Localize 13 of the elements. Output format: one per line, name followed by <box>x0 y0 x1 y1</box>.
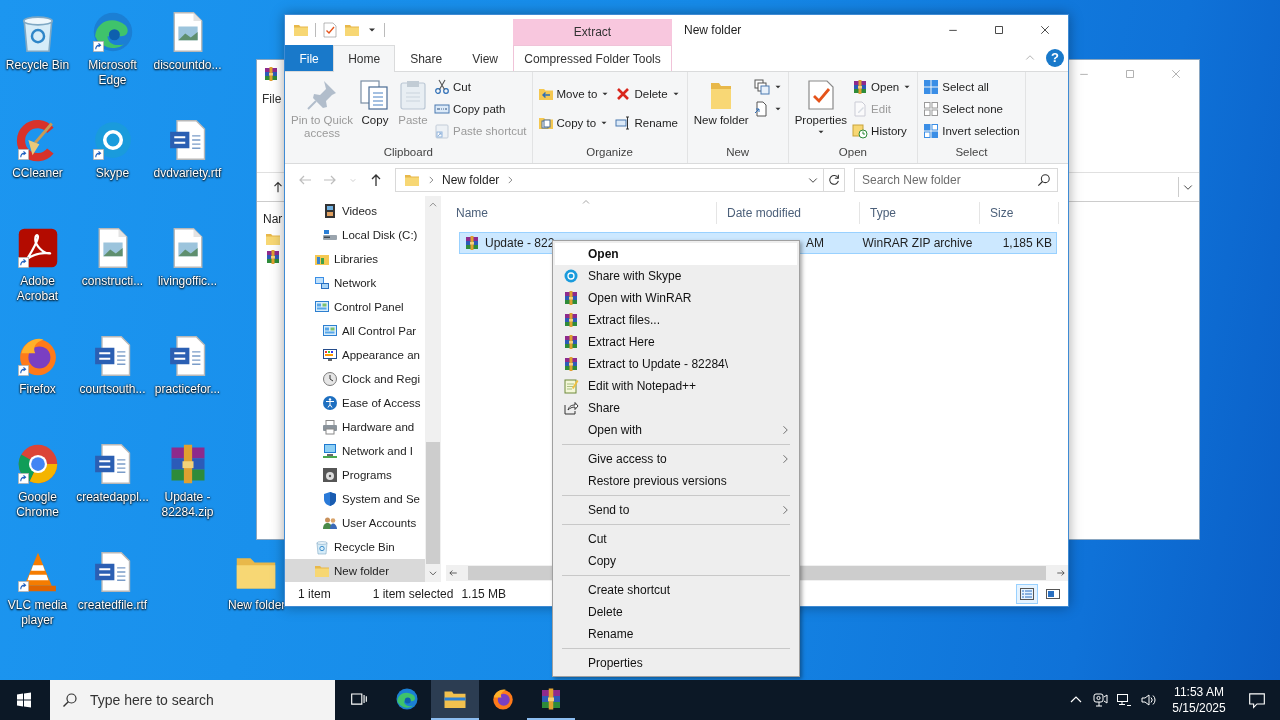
group-label: Organize <box>585 145 634 160</box>
status-text: 1.15 MB <box>461 587 507 601</box>
status-text: 1 item selected <box>372 587 454 601</box>
group-label: Clipboard <box>382 145 434 160</box>
file-size: 1,185 KB <box>1002 236 1052 250</box>
group-label: Select <box>954 145 989 160</box>
group-label: New <box>725 145 751 160</box>
group-label: Open <box>837 145 868 160</box>
status-text: 1 item <box>298 587 331 601</box>
file-date: AM <box>805 236 824 250</box>
contextual-tab-header: Extract <box>513 19 672 45</box>
file-type: WinRAR ZIP archive <box>862 236 973 250</box>
window-title: New folder <box>683 22 742 39</box>
